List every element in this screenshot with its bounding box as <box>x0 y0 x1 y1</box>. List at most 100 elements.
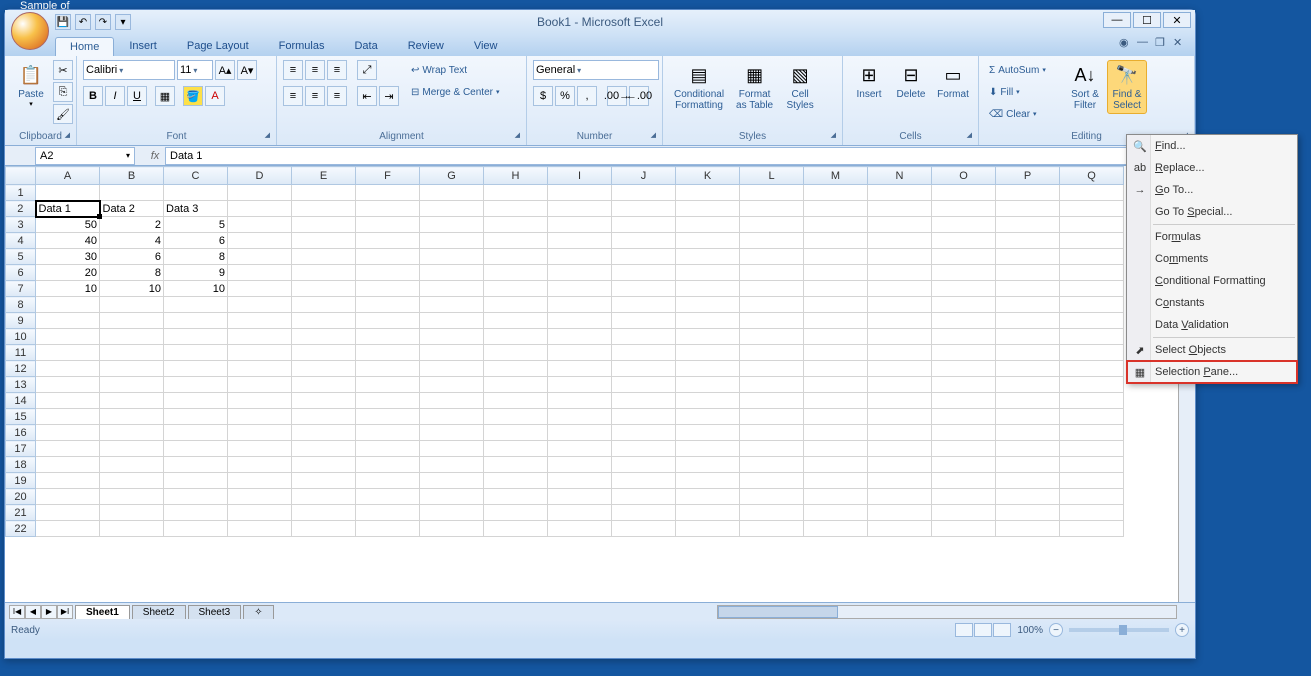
format-as-table-button[interactable]: ▦Format as Table <box>731 60 778 114</box>
cell-Q11[interactable] <box>1060 345 1124 361</box>
cell-B20[interactable] <box>100 489 164 505</box>
cell-O11[interactable] <box>932 345 996 361</box>
cell-C21[interactable] <box>164 505 228 521</box>
cell-D16[interactable] <box>228 425 292 441</box>
cell-F19[interactable] <box>356 473 420 489</box>
cell-Q13[interactable] <box>1060 377 1124 393</box>
cell-E10[interactable] <box>292 329 356 345</box>
menu-item-conditional-formatting[interactable]: Conditional Formatting <box>1127 270 1297 292</box>
cell-A1[interactable] <box>36 185 100 201</box>
cell-O20[interactable] <box>932 489 996 505</box>
cell-H20[interactable] <box>484 489 548 505</box>
cell-E12[interactable] <box>292 361 356 377</box>
cell-F18[interactable] <box>356 457 420 473</box>
cell-P7[interactable] <box>996 281 1060 297</box>
cell-C15[interactable] <box>164 409 228 425</box>
cell-H19[interactable] <box>484 473 548 489</box>
cell-F4[interactable] <box>356 233 420 249</box>
cell-D2[interactable] <box>228 201 292 217</box>
cell-B22[interactable] <box>100 521 164 537</box>
cell-P19[interactable] <box>996 473 1060 489</box>
cell-J9[interactable] <box>612 313 676 329</box>
cell-F6[interactable] <box>356 265 420 281</box>
formula-input[interactable]: Data 1 <box>165 147 1195 165</box>
cell-C6[interactable]: 9 <box>164 265 228 281</box>
cell-E15[interactable] <box>292 409 356 425</box>
tab-review[interactable]: Review <box>393 36 459 56</box>
shrink-font-button[interactable]: A▾ <box>237 60 257 80</box>
cell-I19[interactable] <box>548 473 612 489</box>
zoom-out-button[interactable]: − <box>1049 623 1063 637</box>
cell-N1[interactable] <box>868 185 932 201</box>
conditional-formatting-button[interactable]: ▤Conditional Formatting <box>669 60 729 114</box>
col-header-Q[interactable]: Q <box>1060 167 1124 185</box>
cell-A2[interactable]: Data 1 <box>36 201 100 217</box>
cell-G16[interactable] <box>420 425 484 441</box>
cell-K20[interactable] <box>676 489 740 505</box>
cell-J2[interactable] <box>612 201 676 217</box>
doc-close-icon[interactable]: ✕ <box>1173 36 1187 50</box>
zoom-slider[interactable] <box>1069 628 1169 632</box>
cell-C5[interactable]: 8 <box>164 249 228 265</box>
menu-item-find-[interactable]: 🔍Find... <box>1127 135 1297 157</box>
cell-D3[interactable] <box>228 217 292 233</box>
col-header-L[interactable]: L <box>740 167 804 185</box>
sheet-tab-1[interactable]: Sheet1 <box>75 605 130 619</box>
cell-E4[interactable] <box>292 233 356 249</box>
cell-N12[interactable] <box>868 361 932 377</box>
cell-P4[interactable] <box>996 233 1060 249</box>
cell-Q18[interactable] <box>1060 457 1124 473</box>
tab-nav-last[interactable]: ▶I <box>57 605 73 619</box>
cell-B10[interactable] <box>100 329 164 345</box>
doc-minimize-icon[interactable]: — <box>1137 36 1151 50</box>
cell-M11[interactable] <box>804 345 868 361</box>
cell-I16[interactable] <box>548 425 612 441</box>
cell-G2[interactable] <box>420 201 484 217</box>
font-color-button[interactable]: A <box>205 86 225 106</box>
cell-N2[interactable] <box>868 201 932 217</box>
cell-H10[interactable] <box>484 329 548 345</box>
cell-P15[interactable] <box>996 409 1060 425</box>
select-all-corner[interactable] <box>6 167 36 185</box>
cell-Q15[interactable] <box>1060 409 1124 425</box>
view-layout-button[interactable] <box>974 623 992 637</box>
cell-F13[interactable] <box>356 377 420 393</box>
cell-M6[interactable] <box>804 265 868 281</box>
cell-M22[interactable] <box>804 521 868 537</box>
cell-O12[interactable] <box>932 361 996 377</box>
cell-E19[interactable] <box>292 473 356 489</box>
col-header-O[interactable]: O <box>932 167 996 185</box>
cell-A6[interactable]: 20 <box>36 265 100 281</box>
cell-G13[interactable] <box>420 377 484 393</box>
row-header-21[interactable]: 21 <box>6 505 36 521</box>
qat-undo[interactable]: ↶ <box>75 14 91 30</box>
cell-D4[interactable] <box>228 233 292 249</box>
format-painter-button[interactable]: 🖌 <box>53 104 73 124</box>
cell-I14[interactable] <box>548 393 612 409</box>
cell-A19[interactable] <box>36 473 100 489</box>
cell-styles-button[interactable]: ▧Cell Styles <box>780 60 820 114</box>
cell-L6[interactable] <box>740 265 804 281</box>
row-header-19[interactable]: 19 <box>6 473 36 489</box>
row-header-4[interactable]: 4 <box>6 233 36 249</box>
cell-P3[interactable] <box>996 217 1060 233</box>
cell-L16[interactable] <box>740 425 804 441</box>
cell-E7[interactable] <box>292 281 356 297</box>
cell-H13[interactable] <box>484 377 548 393</box>
cell-P22[interactable] <box>996 521 1060 537</box>
cell-K7[interactable] <box>676 281 740 297</box>
cell-A4[interactable]: 40 <box>36 233 100 249</box>
cell-A21[interactable] <box>36 505 100 521</box>
cell-Q4[interactable] <box>1060 233 1124 249</box>
cell-G10[interactable] <box>420 329 484 345</box>
cell-N14[interactable] <box>868 393 932 409</box>
cell-G21[interactable] <box>420 505 484 521</box>
cell-M14[interactable] <box>804 393 868 409</box>
cell-O18[interactable] <box>932 457 996 473</box>
cell-J15[interactable] <box>612 409 676 425</box>
orientation-button[interactable]: ⤢ <box>357 60 377 80</box>
cell-P11[interactable] <box>996 345 1060 361</box>
cell-Q22[interactable] <box>1060 521 1124 537</box>
cell-B11[interactable] <box>100 345 164 361</box>
new-sheet-tab[interactable]: ✧ <box>243 605 273 619</box>
